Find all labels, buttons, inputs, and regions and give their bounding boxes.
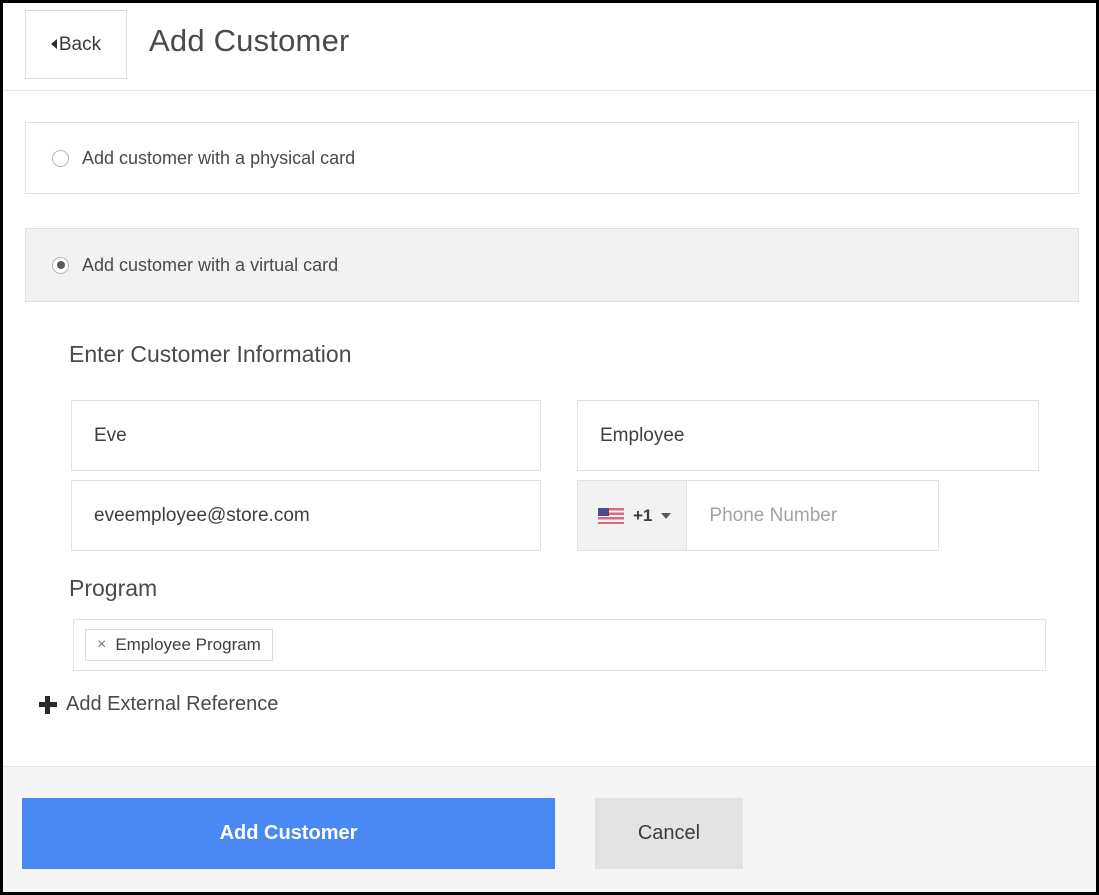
program-select[interactable]: × Employee Program [73,619,1046,671]
last-name-input[interactable]: Employee [577,400,1039,471]
first-name-value: Eve [94,424,127,446]
form-footer: Add Customer Cancel [3,766,1096,892]
phone-input-group[interactable]: +1 Phone Number [577,480,939,551]
cancel-button[interactable]: Cancel [595,798,743,869]
radio-virtual-card[interactable] [52,256,69,274]
option-physical-card-label: Add customer with a physical card [82,147,356,168]
page-title: Add Customer [149,23,350,58]
plus-icon [39,695,57,714]
radio-physical-card[interactable] [52,149,69,167]
country-code-label: +1 [633,505,653,525]
country-code-selector[interactable]: +1 [578,481,688,550]
last-name-value: Employee [600,424,685,446]
first-name-input[interactable]: Eve [71,400,541,471]
us-flag-icon [598,507,624,524]
option-physical-card[interactable]: Add customer with a physical card [25,122,1079,194]
add-external-reference-label: Add External Reference [66,693,279,715]
back-button-label: Back [58,33,102,55]
option-virtual-card-label: Add customer with a virtual card [82,254,339,275]
form-body: Add customer with a physical card Add cu… [3,91,1096,766]
chevron-down-icon [661,512,672,519]
remove-tag-icon[interactable]: × [97,637,106,653]
back-button-content: Back [50,33,102,56]
page-header: Back Add Customer [3,3,1096,91]
back-button[interactable]: Back [25,10,127,79]
phone-number-input[interactable]: Phone Number [687,481,938,550]
customer-info-heading: Enter Customer Information [69,341,352,367]
add-customer-screen: Back Add Customer Add customer with a ph… [0,0,1099,895]
chevron-left-icon [50,39,57,49]
email-input[interactable]: eveemployee@store.com [71,480,541,551]
add-customer-button[interactable]: Add Customer [22,798,555,869]
flag-canton [598,507,609,516]
email-value: eveemployee@store.com [94,504,310,526]
option-virtual-card[interactable]: Add customer with a virtual card [25,228,1079,302]
add-external-reference-link[interactable]: Add External Reference [39,693,278,716]
program-tag: × Employee Program [85,629,273,661]
program-tag-label: Employee Program [115,635,261,654]
phone-number-placeholder: Phone Number [709,504,838,526]
program-heading: Program [69,575,158,601]
